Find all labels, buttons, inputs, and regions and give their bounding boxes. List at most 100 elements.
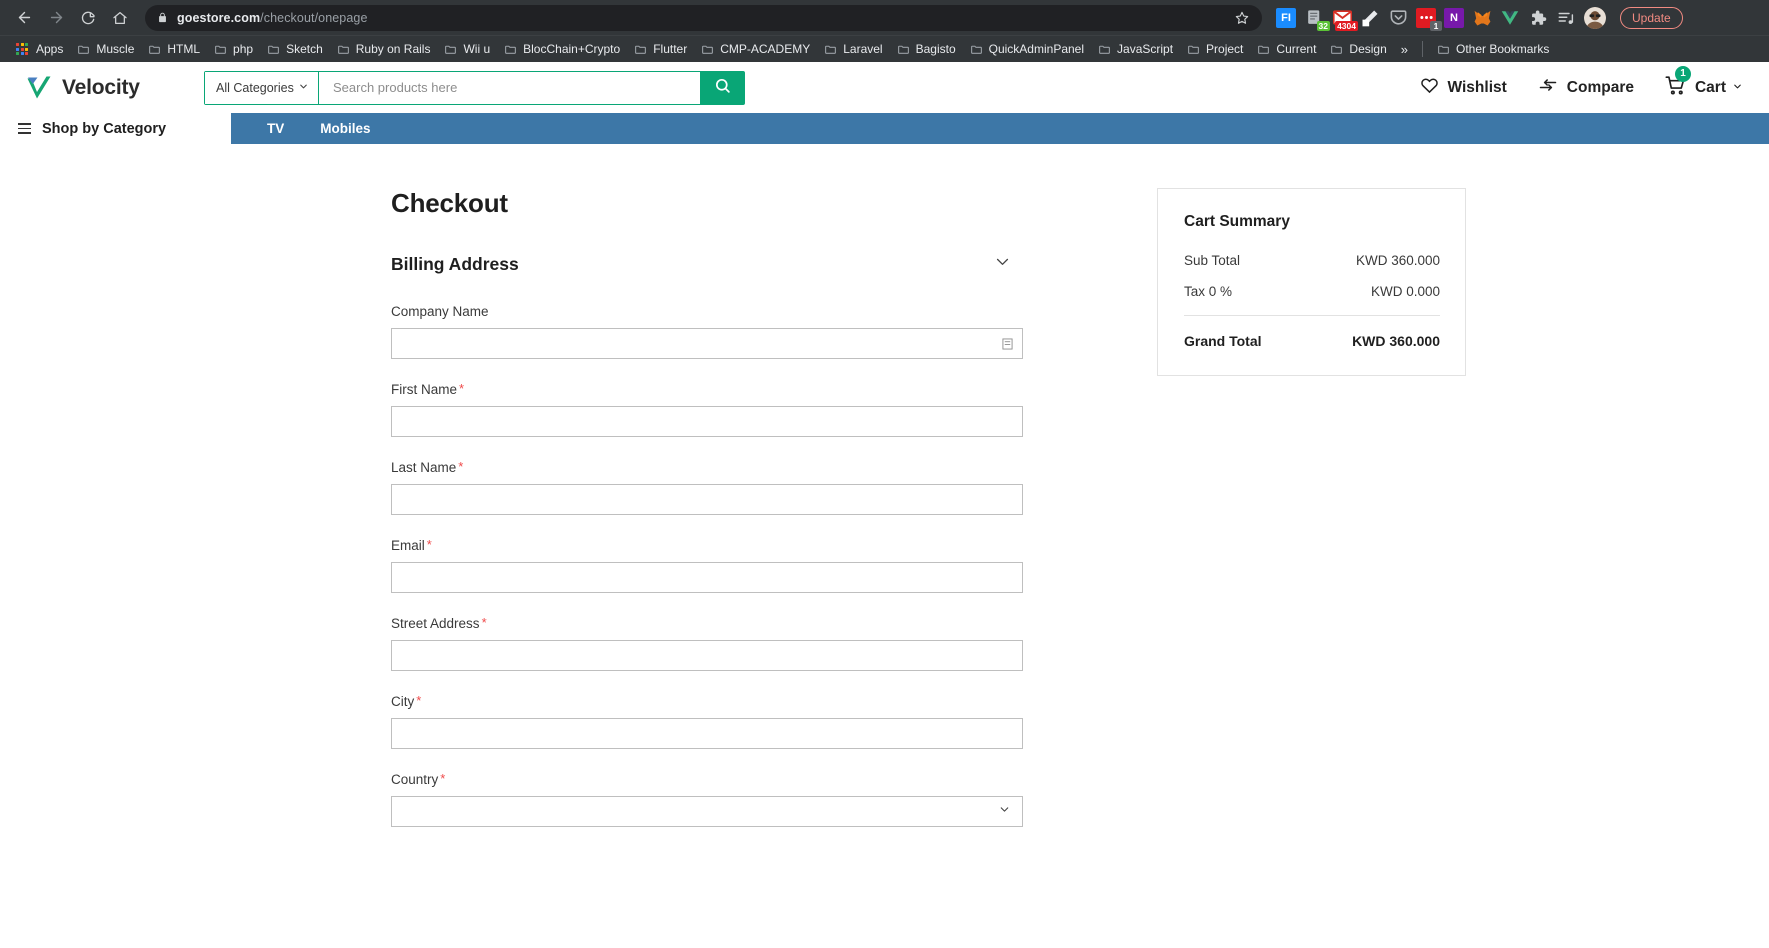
compare-button[interactable]: Compare	[1538, 75, 1634, 100]
address-bar[interactable]: goestore.com/checkout/onepage	[145, 4, 1262, 31]
forward-button[interactable]	[41, 3, 71, 33]
field-email: Email *	[391, 537, 1023, 593]
bookmark-label: Sketch	[286, 42, 323, 56]
reading-list-extension-icon[interactable]	[1556, 8, 1576, 28]
required-marker: *	[416, 693, 422, 708]
folder-icon	[1257, 43, 1270, 56]
required-marker: *	[459, 381, 465, 396]
folder-icon	[1330, 43, 1343, 56]
gmail-extension-icon[interactable]: 4304	[1332, 8, 1358, 31]
back-button[interactable]	[9, 3, 39, 33]
reload-button[interactable]	[73, 3, 103, 33]
shop-by-category-label: Shop by Category	[42, 120, 167, 137]
lock-icon	[157, 12, 168, 23]
gmail-extension-badge: 4304	[1335, 20, 1358, 31]
left-gutter	[0, 188, 391, 849]
select-wrap	[391, 796, 1023, 827]
bookmark-cmp-academy[interactable]: CMP-ACADEMY	[695, 40, 818, 58]
bookmark-label: HTML	[167, 42, 201, 56]
update-button[interactable]: Update	[1620, 6, 1683, 29]
profile-avatar[interactable]	[1584, 6, 1606, 29]
primary-nav: Shop by Category TV Mobiles	[0, 113, 1769, 144]
other-bookmarks-button[interactable]: Other Bookmarks	[1431, 40, 1557, 58]
billing-address-section-header[interactable]: Billing Address	[391, 253, 1031, 275]
url-path: /checkout/onepage	[260, 10, 368, 25]
chevron-down-icon[interactable]	[994, 253, 1011, 275]
vue-devtools-extension-icon[interactable]	[1500, 8, 1520, 28]
bookmark-quickadminpanel[interactable]: QuickAdminPanel	[964, 40, 1092, 58]
field-first-name: First Name *	[391, 381, 1023, 437]
required-marker: *	[440, 771, 446, 786]
shop-by-category-button[interactable]: Shop by Category	[0, 113, 231, 144]
category-select[interactable]: All Categories	[205, 71, 319, 104]
folder-icon	[970, 43, 983, 56]
bookmark-label: Design	[1349, 42, 1387, 56]
email-input[interactable]	[391, 562, 1023, 593]
bookmark-html[interactable]: HTML	[142, 40, 208, 58]
bookmark-bagisto[interactable]: Bagisto	[891, 40, 964, 58]
bookmark-wii-u[interactable]: Wii u	[438, 40, 498, 58]
cart-summary-panel: Cart Summary Sub Total KWD 360.000 Tax 0…	[1157, 188, 1466, 376]
bookmark-blocchain-crypto[interactable]: BlocChain+Crypto	[498, 40, 628, 58]
field-label: Street Address *	[391, 616, 487, 631]
bookmark-star-icon[interactable]	[1234, 10, 1250, 26]
site-content: Velocity All Categories Wishlist	[0, 62, 1769, 948]
first-name-input[interactable]	[391, 406, 1023, 437]
summary-row-value: KWD 0.000	[1370, 284, 1440, 299]
puzzle-extension-icon[interactable]	[1528, 8, 1548, 28]
cart-summary-title: Cart Summary	[1184, 213, 1290, 230]
field-label: Last Name *	[391, 460, 463, 475]
bookmark-laravel[interactable]: Laravel	[818, 40, 890, 58]
url-domain: goestore.com	[177, 10, 261, 25]
bookmark-current[interactable]: Current	[1251, 40, 1324, 58]
bookmark-apps[interactable]: Apps	[10, 40, 71, 58]
country-select[interactable]	[391, 796, 1023, 827]
site-logo[interactable]: Velocity	[26, 74, 204, 102]
label-text: Country	[391, 772, 439, 787]
city-input[interactable]	[391, 718, 1023, 749]
red-dots-extension-badge: 1	[1430, 20, 1442, 31]
company-name-input[interactable]	[391, 328, 1023, 359]
field-company-name: Company Name	[391, 303, 1023, 359]
bookmark-sketch[interactable]: Sketch	[261, 40, 331, 58]
bookmark-muscle[interactable]: Muscle	[71, 40, 142, 58]
folder-icon	[214, 43, 227, 56]
nav-link-mobiles[interactable]: Mobiles	[302, 113, 388, 144]
metamask-extension-icon[interactable]	[1472, 8, 1492, 28]
chevron-down-icon	[298, 81, 309, 95]
other-bookmarks-label: Other Bookmarks	[1456, 42, 1550, 56]
pen-extension-icon[interactable]	[1360, 8, 1380, 28]
bookmark-design[interactable]: Design	[1324, 40, 1394, 58]
field-city: City *	[391, 693, 1023, 749]
bookmark-php[interactable]: php	[208, 40, 261, 58]
bookmarks-bar: Apps Muscle HTML php Sketch Ruby on Rail…	[0, 35, 1769, 62]
field-label: Company Name	[391, 304, 489, 319]
pocket-extension-icon[interactable]	[1388, 8, 1408, 28]
docs-extension-icon[interactable]: 32	[1304, 8, 1330, 31]
bookmark-javascript[interactable]: JavaScript	[1092, 40, 1181, 58]
red-dots-extension-icon[interactable]: 1	[1416, 7, 1442, 31]
search-button[interactable]	[700, 71, 744, 104]
folder-icon	[701, 43, 714, 56]
fi-extension-icon[interactable]: FI	[1276, 7, 1296, 28]
summary-row-tax: Tax 0 % KWD 0.000	[1184, 284, 1440, 299]
input-wrap	[391, 328, 1023, 359]
nav-link-tv[interactable]: TV	[249, 113, 302, 144]
bookmark-project[interactable]: Project	[1181, 40, 1251, 58]
onenote-extension-icon[interactable]: N	[1444, 7, 1464, 28]
billing-address-heading: Billing Address	[391, 253, 519, 274]
bookmark-flutter[interactable]: Flutter	[628, 40, 695, 58]
field-street-address: Street Address *	[391, 615, 1023, 671]
field-label: First Name *	[391, 382, 464, 397]
field-label: City *	[391, 694, 421, 709]
home-button[interactable]	[105, 3, 135, 33]
summary-row-value: KWD 360.000	[1355, 253, 1440, 268]
wishlist-button[interactable]: Wishlist	[1420, 76, 1507, 100]
bookmarks-overflow-button[interactable]: »	[1395, 40, 1414, 59]
folder-icon	[1187, 43, 1200, 56]
street-address-input[interactable]	[391, 640, 1023, 671]
last-name-input[interactable]	[391, 484, 1023, 515]
bookmark-ruby-on-rails[interactable]: Ruby on Rails	[331, 40, 439, 58]
cart-button[interactable]: 1 Cart	[1665, 65, 1743, 101]
search-input[interactable]	[319, 71, 700, 104]
